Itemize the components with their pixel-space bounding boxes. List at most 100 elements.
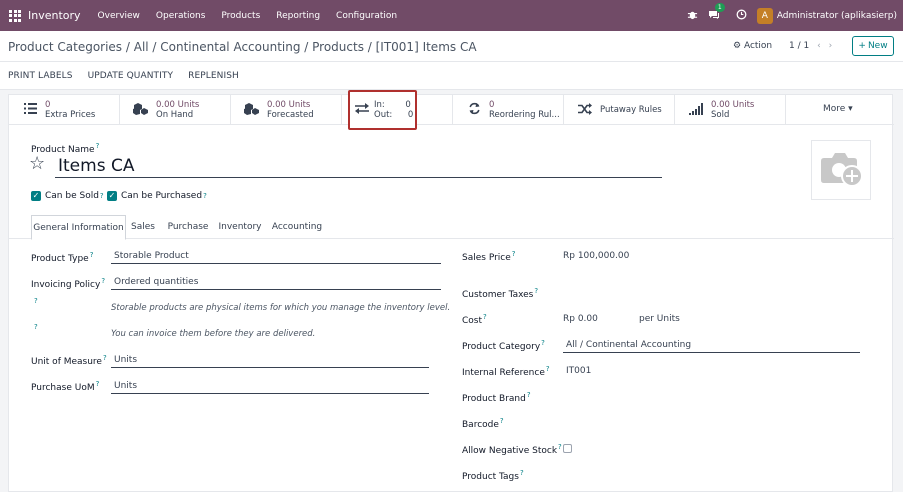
cubes-icon <box>132 102 150 118</box>
signal-icon <box>687 102 705 118</box>
update-quantity-button[interactable]: UPDATE QUANTITY <box>88 71 174 81</box>
camera-plus-icon <box>818 150 864 191</box>
product-brand-label: Product Brand? <box>462 391 531 404</box>
product-tags-label: Product Tags? <box>462 469 524 482</box>
out-value: 0 <box>407 110 414 120</box>
in-value: 0 <box>405 100 411 110</box>
internal-reference-value[interactable]: IT001 <box>566 366 591 376</box>
can-be-sold-checkbox[interactable]: ✓ Can be Sold? <box>31 191 104 201</box>
app-brand[interactable]: Inventory <box>28 9 81 22</box>
menu-reporting[interactable]: Reporting <box>276 11 320 21</box>
form-statusbar: PRINT LABELS UPDATE QUANTITY REPLENISH <box>0 61 903 90</box>
chevron-right-icon[interactable]: › <box>829 41 833 51</box>
in-out-button[interactable]: In: 0 Out: 0 <box>348 90 417 130</box>
on-hand-value: 0.00 Units <box>156 100 200 110</box>
exchange-icon <box>355 103 369 117</box>
top-navbar: Inventory Overview Operations Products R… <box>0 0 903 31</box>
cost-unit: per Units <box>639 314 680 324</box>
reordering-label: Reordering Rul... <box>489 110 560 120</box>
tab-accounting[interactable]: Accounting <box>271 215 323 239</box>
can-be-sold-label: Can be Sold <box>45 191 99 201</box>
can-be-purchased-label: Can be Purchased <box>121 191 203 201</box>
sold-value: 0.00 Units <box>711 100 755 110</box>
purchase-uom-select[interactable]: Units <box>111 380 429 394</box>
tab-inventory[interactable]: Inventory <box>218 215 262 239</box>
putaway-rules-button[interactable]: Putaway Rules <box>564 95 675 125</box>
pager-value[interactable]: 1 / 1 <box>789 41 809 51</box>
product-category-label: Product Category? <box>462 339 545 352</box>
user-name[interactable]: Administrator (aplikasierp) <box>777 11 897 21</box>
control-panel: Product Categories / All / Continental A… <box>0 31 903 61</box>
customer-taxes-label: Customer Taxes? <box>462 287 539 300</box>
plus-icon: + <box>858 41 866 51</box>
smart-buttons: 0 Extra Prices 0.00 Units On Hand 0.00 Uni… <box>9 90 894 130</box>
action-button[interactable]: ⚙ Action <box>733 41 772 51</box>
allow-negative-stock-checkbox[interactable] <box>563 444 572 453</box>
cubes-icon <box>243 102 261 118</box>
menu-configuration[interactable]: Configuration <box>336 11 397 21</box>
tab-purchase[interactable]: Purchase <box>166 215 210 239</box>
new-label: New <box>867 41 888 51</box>
uom-select[interactable]: Units <box>111 354 429 368</box>
on-hand-button[interactable]: 0.00 Units On Hand <box>120 95 231 125</box>
extra-prices-button[interactable]: 0 Extra Prices <box>9 95 120 125</box>
bug-icon[interactable] <box>687 9 698 23</box>
more-label: More <box>823 104 846 114</box>
check-icon: ✓ <box>107 191 117 201</box>
internal-reference-label: Internal Reference? <box>462 365 550 378</box>
star-icon[interactable]: ☆ <box>29 153 45 174</box>
extra-prices-value: 0 <box>45 100 51 110</box>
reordering-rules-button[interactable]: 0 Reordering Rul... <box>453 95 564 125</box>
tab-sales[interactable]: Sales <box>129 215 157 239</box>
shuffle-icon <box>576 102 594 118</box>
chat-icon[interactable]: 1 <box>708 2 725 23</box>
pager: 1 / 1 ‹ › <box>789 41 832 51</box>
action-label: Action <box>743 41 773 51</box>
sales-price-value[interactable]: Rp 100,000.00 <box>563 251 629 261</box>
tab-general-information[interactable]: General Information <box>31 215 126 240</box>
on-hand-label: On Hand <box>156 110 194 120</box>
form-sheet: 0 Extra Prices 0.00 Units On Hand 0.00 Uni… <box>8 90 894 492</box>
menu-overview[interactable]: Overview <box>98 11 140 21</box>
sold-label: Sold <box>711 110 730 120</box>
menu-products[interactable]: Products <box>221 11 260 21</box>
new-button[interactable]: + New <box>852 36 894 56</box>
refresh-icon <box>465 102 483 118</box>
reordering-value: 0 <box>489 100 495 110</box>
uom-label: Unit of Measure? <box>31 354 107 367</box>
barcode-label: Barcode? <box>462 417 504 430</box>
sold-button[interactable]: 0.00 Units Sold <box>675 95 786 125</box>
product-category-select[interactable]: All / Continental Accounting <box>563 339 860 353</box>
putaway-label: Putaway Rules <box>600 105 662 115</box>
apps-menu-icon[interactable] <box>9 9 21 22</box>
gear-icon: ⚙ <box>733 41 742 51</box>
forecasted-button[interactable]: 0.00 Units Forecasted <box>231 95 342 125</box>
extra-prices-label: Extra Prices <box>45 110 96 120</box>
replenish-button[interactable]: REPLENISH <box>188 71 239 81</box>
more-button[interactable]: More ▾ <box>823 104 853 114</box>
chevron-left-icon[interactable]: ‹ <box>817 41 821 51</box>
list-icon <box>21 103 39 117</box>
sales-price-label: Sales Price? <box>462 250 516 263</box>
notebook-tabs: General Information Sales Purchase Inven… <box>9 215 894 240</box>
chat-count-badge: 1 <box>714 2 725 12</box>
menu-operations[interactable]: Operations <box>156 11 205 21</box>
product-name-input[interactable]: Items CA <box>55 156 662 178</box>
print-labels-button[interactable]: PRINT LABELS <box>8 71 73 81</box>
product-type-select[interactable]: Storable Product <box>111 250 441 264</box>
cost-value[interactable]: Rp 0.00 <box>563 314 598 324</box>
product-image[interactable] <box>811 140 871 200</box>
can-be-purchased-checkbox[interactable]: ✓ Can be Purchased? <box>107 191 207 201</box>
avatar[interactable]: A <box>756 7 773 24</box>
purchase-uom-label: Purchase UoM? <box>31 380 100 393</box>
invoicing-policy-help: You can invoice them before they are del… <box>111 329 316 339</box>
check-icon: ✓ <box>31 191 41 201</box>
forecasted-value: 0.00 Units <box>267 100 311 110</box>
breadcrumb[interactable]: Product Categories / All / Continental A… <box>8 40 477 54</box>
product-type-label: Product Type? <box>31 251 94 264</box>
help-tooltip-icon[interactable]: ? <box>34 297 38 305</box>
invoicing-policy-select[interactable]: Ordered quantities <box>111 276 441 290</box>
help-tooltip-icon[interactable]: ? <box>34 323 38 331</box>
clock-icon[interactable] <box>736 9 747 23</box>
in-label: In: <box>374 100 385 110</box>
